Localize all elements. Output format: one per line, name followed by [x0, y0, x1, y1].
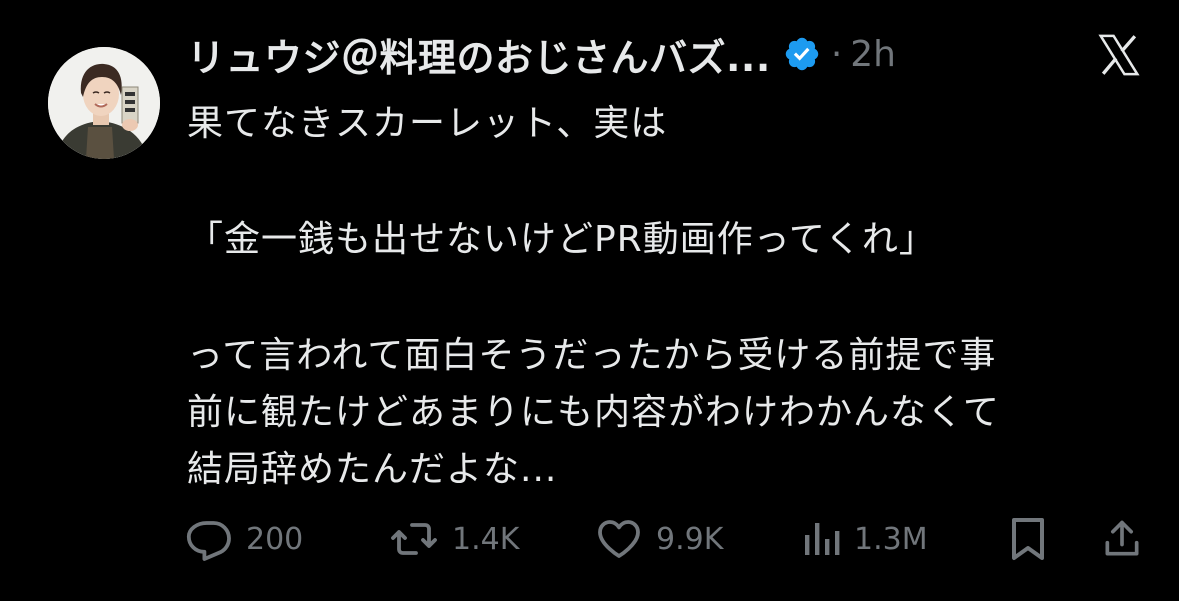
bookmark-icon [1012, 518, 1044, 560]
views-count: 1.3M [854, 521, 928, 557]
retweet-button[interactable]: 1.4K [388, 510, 519, 568]
reply-button[interactable]: 200 [186, 510, 303, 568]
bookmark-button[interactable] [1006, 510, 1050, 568]
share-button[interactable] [1100, 510, 1144, 568]
views-chart-icon [805, 523, 840, 555]
tweet-text-line-1: 果てなきスカーレット、実は [187, 103, 668, 144]
share-icon [1105, 520, 1139, 556]
avatar[interactable] [48, 47, 160, 159]
tweet-text-line-5: 結局辞めたんだよな... [187, 449, 558, 490]
like-count: 9.9K [656, 521, 724, 557]
tweet-action-bar: 200 1.4K 9.9K 1.3M [0, 510, 1179, 568]
tweet-text-line-2: 「金一銭も出せないけどPR動画作ってくれ」 [187, 219, 936, 260]
retweet-icon [391, 523, 437, 555]
reply-icon [186, 521, 231, 561]
tweet-timestamp[interactable]: 2h [850, 34, 896, 75]
like-button[interactable]: 9.9K [594, 510, 723, 568]
tweet-header: リュウジ＠料理のおじさんバズ... · 2h [187, 26, 896, 82]
reply-count: 200 [246, 521, 304, 557]
avatar-photo [48, 47, 160, 159]
author-display-name[interactable]: リュウジ＠料理のおじさんバズ... [187, 27, 771, 82]
tweet-text-line-3: って言われて面白そうだったから受ける前提で事 [187, 335, 997, 376]
tweet-text-line-4: 前に観たけどあまりにも内容がわけわかんなくて [187, 392, 1000, 433]
views-button[interactable]: 1.3M [800, 510, 928, 568]
heart-icon [598, 520, 640, 558]
retweet-count: 1.4K [452, 521, 520, 557]
x-logo-icon [1092, 30, 1146, 80]
header-separator: · [830, 33, 843, 75]
verified-badge-icon [783, 35, 821, 73]
